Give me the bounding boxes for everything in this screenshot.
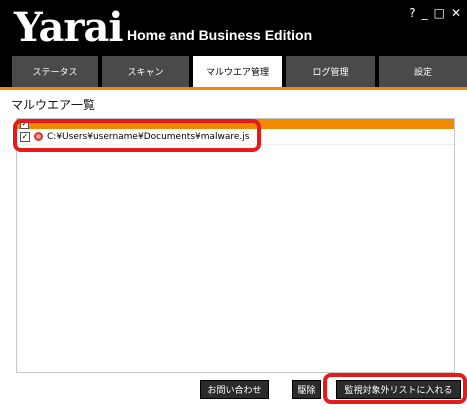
logo-text: Yarai xyxy=(14,4,124,51)
highlight-annotation xyxy=(323,373,467,404)
accent-separator xyxy=(0,87,467,90)
remove-button[interactable]: 駆除 xyxy=(292,380,321,399)
help-icon[interactable]: ? xyxy=(409,6,415,20)
edition-label: Home and Business Edition xyxy=(127,27,313,43)
section-title: マルウエア一覧 xyxy=(11,98,96,112)
yarai-logo: Yarai xyxy=(14,4,124,51)
tab-bar: ステータス スキャン マルウエア管理 ログ管理 設定 xyxy=(0,53,467,87)
app-window: Yarai Home and Business Edition ? _ □ ✕ … xyxy=(0,0,467,410)
tab-malware-management[interactable]: マルウエア管理 xyxy=(193,56,282,87)
window-controls: ? _ □ ✕ xyxy=(409,6,461,20)
tab-status[interactable]: ステータス xyxy=(12,56,98,87)
tab-scan[interactable]: スキャン xyxy=(102,56,189,87)
bottom-margin xyxy=(0,404,467,410)
contact-button[interactable]: お問い合わせ xyxy=(200,380,269,399)
highlight-annotation xyxy=(13,119,261,152)
title-bar: Yarai Home and Business Edition ? _ □ ✕ xyxy=(0,0,467,53)
minimize-icon[interactable]: _ xyxy=(422,6,428,20)
tab-log-management[interactable]: ログ管理 xyxy=(286,56,375,87)
maximize-icon[interactable]: □ xyxy=(434,6,445,20)
tab-settings[interactable]: 設定 xyxy=(379,56,467,87)
close-icon[interactable]: ✕ xyxy=(451,6,461,20)
malware-list: ✓ ✓ C:¥Users¥username¥Documents¥malware.… xyxy=(16,118,455,373)
